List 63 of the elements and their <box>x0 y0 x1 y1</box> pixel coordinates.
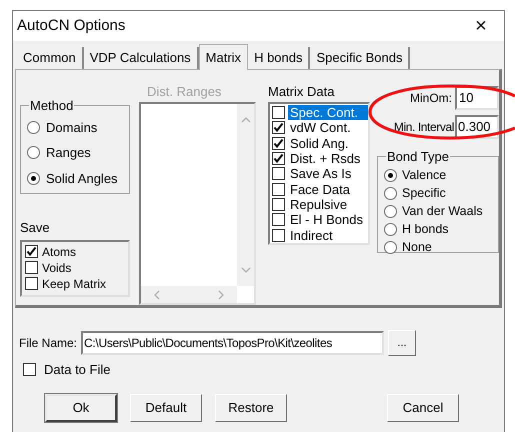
tab[interactable]: Matrix <box>198 44 248 70</box>
checkbox-label: Voids <box>42 260 72 276</box>
dialog-button[interactable]: Default <box>130 394 202 422</box>
checkbox[interactable] <box>25 261 38 274</box>
list-item[interactable]: Indirect <box>288 228 368 243</box>
radio-button[interactable] <box>384 168 397 182</box>
tab[interactable]: Specific Bonds <box>310 47 410 69</box>
radio-button[interactable] <box>384 204 397 218</box>
dialog-button[interactable]: Restore <box>215 394 287 422</box>
radio-button[interactable] <box>27 172 40 185</box>
radio-label: None <box>402 238 432 256</box>
group-title: Bond Type <box>386 148 450 166</box>
list-item[interactable]: Solid Ang. <box>288 136 368 151</box>
checkbox[interactable] <box>25 277 38 290</box>
list-item[interactable]: Face Data <box>288 182 368 197</box>
checkbox[interactable] <box>23 363 36 376</box>
file-name-field[interactable]: C:\Users\Public\Documents\ToposPro\Kit\zeolites <box>81 331 384 355</box>
checkbox[interactable] <box>272 152 285 166</box>
checkbox[interactable] <box>272 182 285 196</box>
browse-button[interactable]: ... <box>388 330 416 356</box>
checkbox[interactable] <box>272 106 285 120</box>
list-item[interactable]: Spec. Cont. <box>288 105 368 120</box>
list-box[interactable] <box>139 102 256 305</box>
field-label: Min. Interval <box>394 119 454 136</box>
field-label: MinOm: <box>410 90 452 107</box>
dialog-button[interactable]: Ok <box>45 394 117 422</box>
checkbox-label: Keep Matrix <box>42 276 106 292</box>
list-item[interactable]: Dist. + Rsds <box>288 151 368 166</box>
list-title: Matrix Data <box>268 84 336 100</box>
checkbox[interactable] <box>272 228 285 242</box>
tab[interactable]: H bonds <box>248 47 310 69</box>
radio-label: Van der Waals <box>402 202 483 220</box>
checkbox[interactable] <box>272 198 285 212</box>
radio-button[interactable] <box>27 120 40 134</box>
dialog-button[interactable]: Cancel <box>387 394 459 422</box>
radio-button[interactable] <box>27 146 40 160</box>
radio-label: Valence <box>402 166 446 184</box>
list-title: Dist. Ranges <box>147 84 222 100</box>
list-item[interactable]: El - H Bonds <box>288 212 368 228</box>
checkbox[interactable] <box>272 121 285 134</box>
checkbox-label: Data to File <box>44 361 110 379</box>
radio-label: H bonds <box>402 220 449 238</box>
radio-label: Specific <box>402 184 446 202</box>
radio-button[interactable] <box>384 240 397 254</box>
radio-button[interactable] <box>384 186 397 200</box>
checkbox[interactable] <box>272 167 285 180</box>
checkbox-label: Atoms <box>42 244 76 260</box>
close-button[interactable]: × <box>458 11 504 41</box>
checkbox[interactable] <box>272 136 285 150</box>
checkbox[interactable] <box>272 213 285 226</box>
tab[interactable]: Common <box>17 47 84 69</box>
window-title: AutoCN Options <box>17 16 126 36</box>
radio-label: Solid Angles <box>46 170 118 188</box>
field-label: File Name: <box>19 335 78 352</box>
group-title: Save <box>20 219 51 237</box>
list-item[interactable]: Save As Is <box>288 166 368 182</box>
group-title: Method <box>29 97 74 115</box>
radio-label: Ranges <box>46 144 91 162</box>
radio-label: Domains <box>46 118 98 136</box>
checkbox[interactable] <box>25 245 38 258</box>
list-item[interactable]: vdW Cont. <box>288 120 368 136</box>
list-item[interactable]: Repulsive <box>288 197 368 212</box>
radio-button[interactable] <box>384 222 397 236</box>
